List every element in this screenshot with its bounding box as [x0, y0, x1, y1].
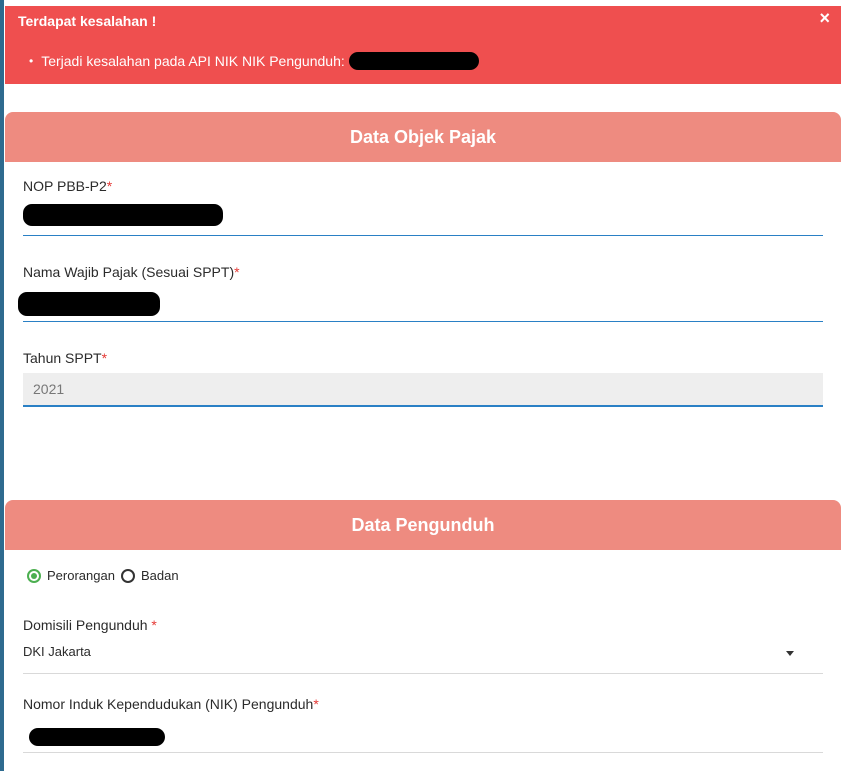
nik-label-text: Nomor Induk Kependudukan (NIK) Pengunduh [23, 696, 314, 712]
redacted-nik [348, 52, 479, 70]
domisili-label: Domisili Pengunduh * [23, 617, 157, 633]
redacted-nik-input [29, 728, 165, 746]
tahun-label-text: Tahun SPPT [23, 350, 102, 366]
required-mark: * [101, 350, 108, 366]
radio-label-perorangan[interactable]: Perorangan [47, 568, 115, 583]
section-header-pengunduh: Data Pengunduh [5, 500, 841, 550]
required-mark: * [151, 617, 157, 633]
tahun-label: Tahun SPPT* [23, 350, 107, 366]
chevron-down-icon[interactable] [786, 651, 794, 656]
radio-badan[interactable] [120, 568, 135, 583]
bullet-icon: • [29, 54, 34, 68]
domisili-select[interactable] [23, 636, 823, 672]
nop-label: NOP PBB-P2* [23, 178, 112, 194]
radio-label-badan[interactable]: Badan [141, 568, 179, 583]
nama-label: Nama Wajib Pajak (Sesuai SPPT)* [23, 264, 240, 280]
alert-list: • Terjadi kesalahan pada API NIK NIK Pen… [29, 52, 479, 70]
alert-title: Terdapat kesalahan ! [18, 13, 157, 29]
redacted-nop [23, 204, 223, 226]
domisili-select-value: DKI Jakarta [23, 644, 91, 659]
required-mark: * [234, 264, 240, 280]
required-mark: * [106, 178, 113, 194]
section-header-objek-pajak: Data Objek Pajak [5, 112, 841, 162]
nama-label-text: Nama Wajib Pajak (Sesuai SPPT) [23, 264, 235, 280]
domisili-label-text: Domisili Pengunduh [23, 617, 148, 633]
error-alert: Terdapat kesalahan ! × • Terjadi kesalah… [5, 6, 841, 84]
left-edge-bar [0, 0, 4, 771]
required-mark: * [313, 696, 319, 712]
redacted-nama [18, 292, 160, 316]
nama-input[interactable] [18, 284, 823, 322]
section-title: Data Pengunduh [351, 514, 495, 535]
nik-input[interactable] [23, 716, 823, 752]
alert-item-text: Terjadi kesalahan pada API NIK NIK Pengu… [41, 53, 345, 69]
radio-perorangan[interactable] [27, 568, 41, 583]
nop-input[interactable] [23, 198, 823, 236]
nik-label: Nomor Induk Kependudukan (NIK) Pengunduh… [23, 696, 319, 712]
domisili-select-underline [23, 673, 823, 674]
tahun-input: 2021 [23, 373, 823, 407]
section-title: Data Objek Pajak [349, 126, 497, 147]
nop-input-underline [23, 235, 823, 236]
jenis-pengunduh-radio-group: Perorangan Badan [27, 568, 179, 583]
nama-input-underline [23, 321, 823, 322]
nik-input-underline [23, 752, 823, 753]
nop-label-text: NOP PBB-P2 [23, 178, 107, 194]
close-icon[interactable]: × [819, 9, 830, 27]
